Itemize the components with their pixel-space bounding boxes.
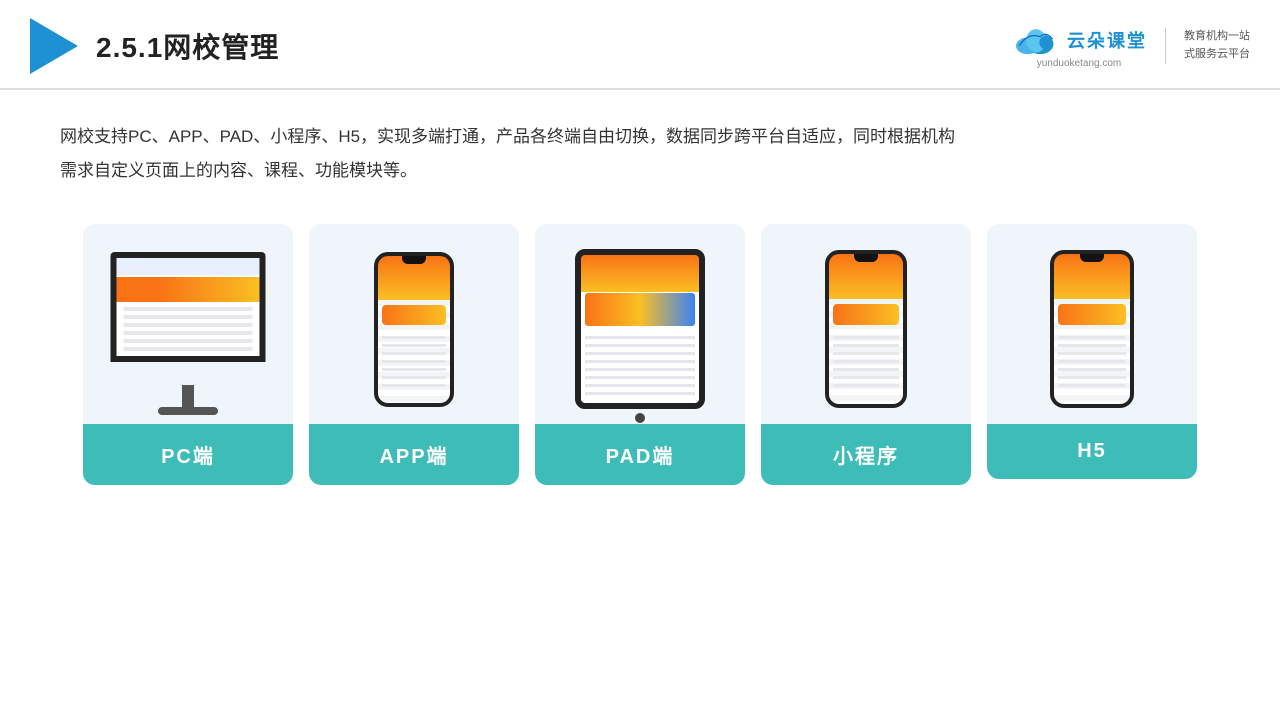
card-pad-image-area — [535, 224, 745, 424]
card-pad-label: PAD端 — [535, 424, 745, 485]
phone-notch-app — [402, 256, 426, 264]
phone-screen-content-h5 — [1054, 299, 1130, 404]
phone-screen-content-app — [378, 300, 450, 403]
header: 2.5.1网校管理 云朵课堂 yunduoketang.com 教育机构一站 式… — [0, 0, 1280, 90]
card-pc: PC端 — [83, 224, 293, 485]
phone-body-h5 — [1050, 250, 1134, 408]
brand-divider — [1165, 28, 1166, 64]
logo-triangle-icon — [30, 18, 78, 74]
card-mini: 小程序 — [761, 224, 971, 485]
monitor-base — [158, 407, 218, 415]
phone-screen-app — [378, 256, 450, 403]
card-app-label: APP端 — [309, 424, 519, 485]
brand-icon: 云朵课堂 — [1011, 24, 1147, 56]
tablet-home-btn — [635, 413, 645, 423]
card-pc-image-area — [83, 224, 293, 424]
phone-mockup-h5 — [1050, 250, 1134, 408]
card-h5-label: H5 — [987, 424, 1197, 479]
card-h5-image-area — [987, 224, 1197, 424]
description-text: 网校支持PC、APP、PAD、小程序、H5，实现多端打通，产品各终端自由切换，数… — [60, 120, 1220, 188]
phone-notch-mini — [854, 254, 878, 262]
card-mini-image-area — [761, 224, 971, 424]
slogan-line1: 教育机构一站 — [1184, 28, 1250, 46]
card-mini-label: 小程序 — [761, 424, 971, 485]
phone-mockup-app — [374, 252, 454, 407]
monitor-mockup — [103, 252, 273, 407]
phone-screen-h5 — [1054, 254, 1130, 404]
monitor-screen-ui — [117, 258, 260, 356]
cloud-icon — [1011, 24, 1061, 56]
card-pc-label: PC端 — [83, 424, 293, 485]
phone-screen-mini — [829, 254, 903, 404]
brand-url: yunduoketang.com — [1037, 58, 1122, 69]
brand-slogan: 教育机构一站 式服务云平台 — [1184, 28, 1250, 63]
tablet-screen — [581, 255, 699, 403]
slogan-line2: 式服务云平台 — [1184, 46, 1250, 64]
tablet-body — [575, 249, 705, 409]
header-left: 2.5.1网校管理 — [30, 18, 279, 74]
card-h5: H5 — [987, 224, 1197, 479]
header-right: 云朵课堂 yunduoketang.com 教育机构一站 式服务云平台 — [1011, 24, 1250, 69]
page-title: 2.5.1网校管理 — [96, 26, 279, 66]
phone-body-mini — [825, 250, 907, 408]
card-pad: PAD端 — [535, 224, 745, 485]
card-app: APP端 — [309, 224, 519, 485]
monitor-stand — [182, 385, 194, 407]
cards-row: PC端 APP端 — [60, 224, 1220, 485]
card-app-image-area — [309, 224, 519, 424]
phone-mockup-mini — [825, 250, 907, 408]
phone-screen-content-mini — [829, 299, 903, 404]
main-content: 网校支持PC、APP、PAD、小程序、H5，实现多端打通，产品各终端自由切换，数… — [0, 90, 1280, 505]
monitor-screen — [111, 252, 266, 362]
brand-name: 云朵课堂 — [1067, 27, 1147, 53]
tablet-mockup — [575, 249, 705, 409]
phone-body-app — [374, 252, 454, 407]
phone-notch-h5 — [1080, 254, 1104, 262]
brand-logo: 云朵课堂 yunduoketang.com — [1011, 24, 1147, 69]
